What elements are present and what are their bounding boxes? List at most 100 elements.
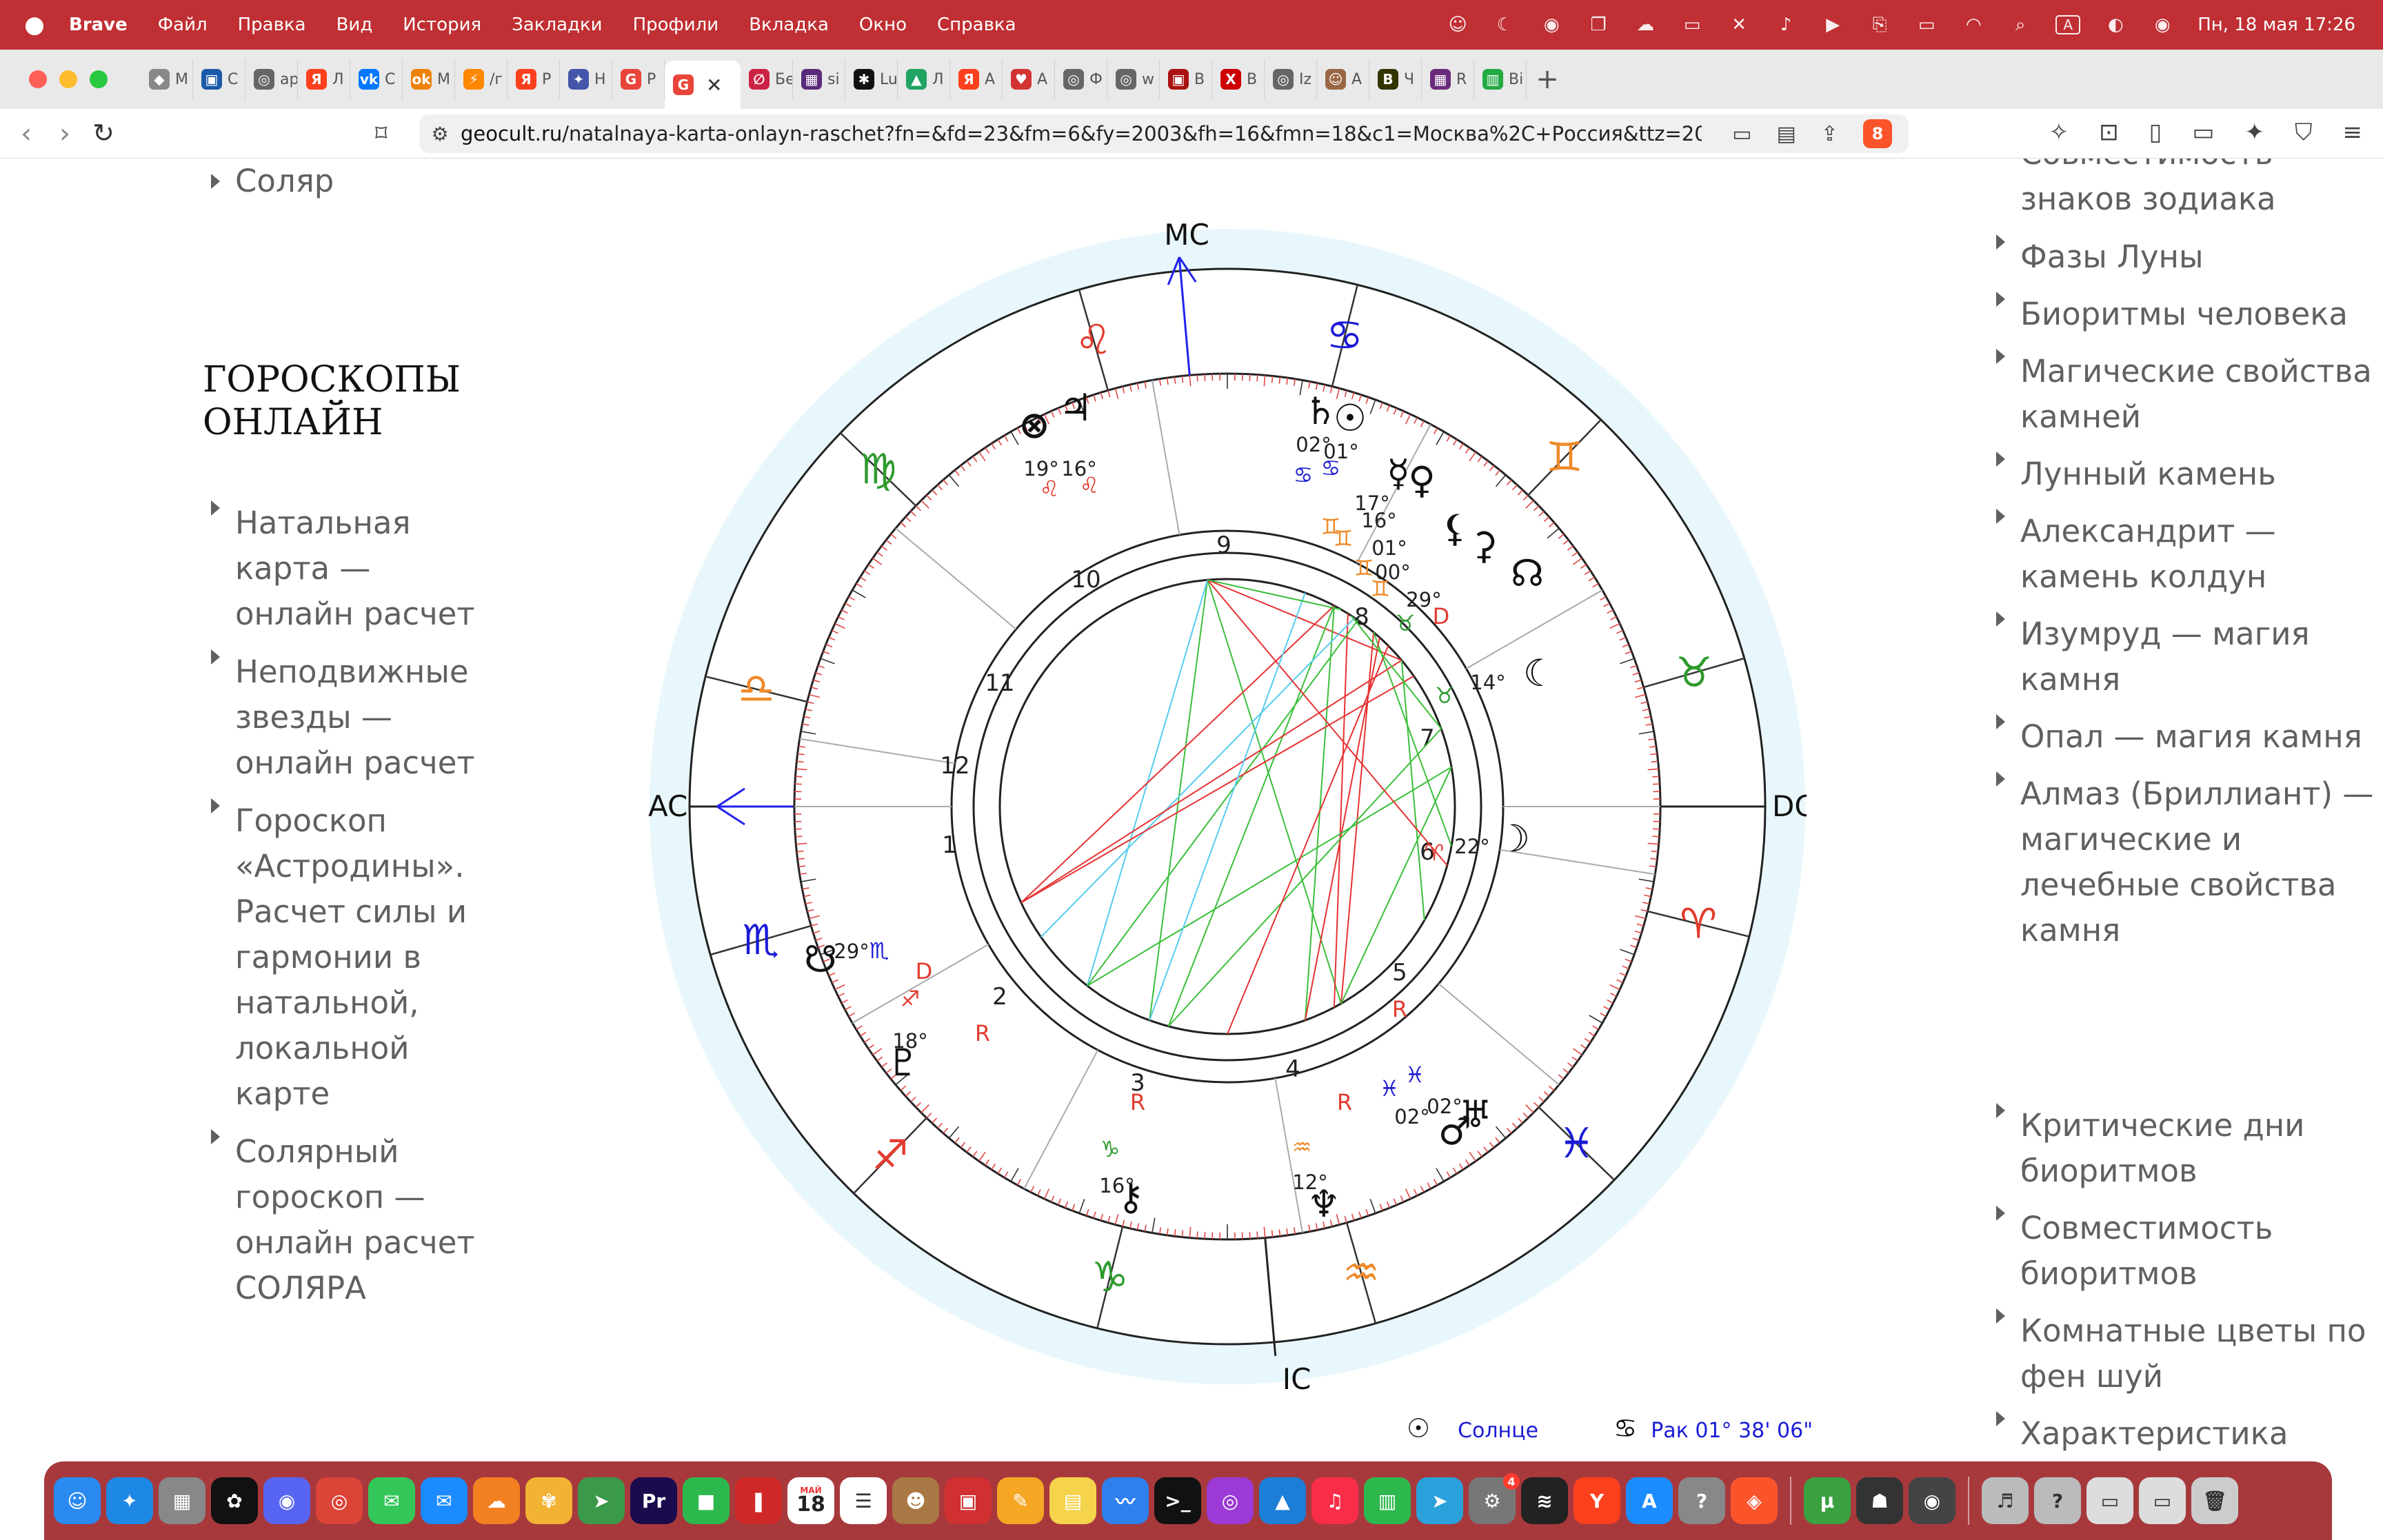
dock-voice-memos-icon[interactable]: ≋ (1521, 1477, 1568, 1524)
menu-item[interactable]: Окно (859, 14, 907, 35)
dock-finder-icon[interactable]: ☺ (54, 1477, 101, 1524)
reload-button[interactable]: ↻ (84, 118, 123, 150)
close-window-button[interactable] (29, 70, 47, 88)
legend-planet-label[interactable]: Солнце (1458, 1419, 1538, 1443)
screen-mirror-icon[interactable]: ❐ (1587, 14, 1610, 35)
tab[interactable]: ЯР (507, 59, 560, 99)
cloud-icon[interactable]: ☁ (1633, 14, 1657, 35)
extensions-icon[interactable]: ✧ (2049, 119, 2069, 146)
dock-photos-icon[interactable]: ✾ (525, 1477, 572, 1524)
dock-help-icon[interactable]: ? (1678, 1477, 1725, 1524)
brave-shields-button[interactable]: 8 (1863, 119, 1892, 148)
new-tab-button[interactable]: + (1527, 63, 1568, 95)
tab[interactable]: ▦ R (1422, 59, 1474, 99)
fullscreen-window-button[interactable] (90, 70, 108, 88)
siri-icon[interactable]: ◉ (2151, 14, 2174, 35)
sidebar-link[interactable]: Изумруд — магия камня (1996, 611, 2382, 702)
url-text[interactable]: geocult.ru/natalnaya-karta-onlayn-rasche… (461, 122, 1702, 145)
dock-spy-app-icon[interactable]: ☗ (1856, 1477, 1903, 1524)
menubar-clock[interactable]: Пн, 18 мая 17:26 (2198, 14, 2355, 35)
search-icon[interactable]: ⌕ (2009, 14, 2032, 35)
tab[interactable]: ЯА (950, 59, 1003, 99)
sidebar-link[interactable]: Александрит — камень колдун (1996, 509, 2382, 600)
minimize-window-button[interactable] (59, 70, 77, 88)
dock-music-icon[interactable]: ♫ (1311, 1477, 1358, 1524)
reader-mode-icon[interactable]: ▤ (1777, 122, 1796, 146)
menu-item[interactable]: Вид (336, 14, 373, 35)
dock-numbers-icon[interactable]: ▥ (1364, 1477, 1411, 1524)
menu-item[interactable]: Вкладка (749, 14, 829, 35)
tab[interactable]: BЧ (1369, 59, 1422, 99)
link-solyar[interactable]: Соляр (211, 159, 470, 204)
tab[interactable]: ⚡ /г (455, 59, 507, 99)
tab[interactable]: ▣ В (1160, 59, 1212, 99)
clipboard-icon[interactable]: ⎘ (1868, 14, 1891, 35)
tab[interactable]: vk C (350, 59, 403, 99)
screenshot-icon[interactable]: ⊡ (2099, 119, 2119, 146)
cast-icon[interactable]: ▭ (1732, 122, 1751, 146)
tab[interactable]: ✱ Lu (845, 59, 898, 99)
vpn-shield-icon[interactable]: ⛉ (2295, 119, 2313, 146)
dock-safari-icon[interactable]: ✦ (106, 1477, 153, 1524)
site-settings-icon[interactable]: ⚙ (419, 123, 461, 145)
dock-stack-2-icon[interactable]: ▭ (2139, 1477, 2186, 1524)
dock-freeform-icon[interactable]: 〰 (1102, 1477, 1149, 1524)
dock-terminal-icon[interactable]: >_ (1154, 1477, 1201, 1524)
dock-maps-icon[interactable]: ➤ (578, 1477, 625, 1524)
bookmark-icon[interactable]: ⌑ (375, 120, 387, 148)
wallet-icon[interactable]: ▭ (2192, 119, 2214, 146)
sidebar-link[interactable]: Натальная карта — онлайн расчет (211, 500, 487, 637)
natal-chart[interactable]: ♌ ♋ ♊ ♉ ♈ ♓ ♒ ♑ ♐ ♏ ♎ ♍ 1 2 3 4 5 6 7 8 9 10 11 12 AC DC MC IC ⊗ 19° ♃… (648, 218, 1815, 1396)
app-avatar-icon[interactable]: ☺ (1446, 14, 1469, 35)
dock-yandex-icon[interactable]: Y (1573, 1477, 1620, 1524)
wifi-icon[interactable]: ◠ (1962, 14, 1985, 35)
mute-icon[interactable]: ✕ (1727, 14, 1751, 35)
tab[interactable]: ok M (403, 59, 455, 99)
dock-app-store-icon[interactable]: A (1626, 1477, 1673, 1524)
tab[interactable]: ☺ А (1317, 59, 1369, 99)
battery-icon[interactable]: ▭ (1915, 14, 1938, 35)
dock-premiere-icon[interactable]: Pr (630, 1477, 677, 1524)
tab[interactable]: ◆ M (141, 59, 193, 99)
dock-reminders-icon[interactable]: ☰ (840, 1477, 887, 1524)
dock-podcasts-icon[interactable]: ◎ (1207, 1477, 1254, 1524)
tab[interactable]: ◎ Ф (1055, 59, 1107, 99)
dock-stack-1-icon[interactable]: ▭ (2087, 1477, 2133, 1524)
sidebar-link[interactable]: Алмаз (Бриллиант) — магические и лечебны… (1996, 771, 2382, 953)
dock-notes-icon[interactable]: ▤ (1049, 1477, 1096, 1524)
tab[interactable]: ◎ ap (245, 59, 298, 99)
tab[interactable]: ◎ Iz (1265, 59, 1317, 99)
input-source-icon[interactable]: A (2055, 15, 2081, 34)
leo-ai-icon[interactable]: ✦ (2245, 119, 2265, 146)
dock-pages-icon[interactable]: ✎ (997, 1477, 1044, 1524)
tab[interactable]: ◎ w (1107, 59, 1160, 99)
tab[interactable]: XВ (1212, 59, 1265, 99)
dock-downloads-folder-icon[interactable]: ♬ (1982, 1477, 2029, 1524)
dock-telegram-icon[interactable]: ➤ (1416, 1477, 1463, 1524)
dock-calendar-icon[interactable]: МАЙ 18 (787, 1477, 834, 1524)
dock-messages-icon[interactable]: ✉ (368, 1477, 415, 1524)
control-center-icon[interactable]: ◐ (2104, 14, 2127, 35)
menu-app-name[interactable]: Brave (69, 14, 128, 35)
dock-cloudflare-icon[interactable]: ☁ (473, 1477, 520, 1524)
menu-item[interactable]: Правка (238, 14, 306, 35)
tab[interactable]: ∅ Бе (741, 59, 793, 99)
tab[interactable]: ЯЛ (298, 59, 350, 99)
tab-active[interactable]: G ✕ (665, 61, 741, 109)
sidebar-icon[interactable]: ▯ (2149, 119, 2162, 146)
tab[interactable]: ♥ А (1003, 59, 1055, 99)
sidebar-link[interactable]: Неподвижные звезды — онлайн расчет (211, 649, 487, 786)
menu-item[interactable]: История (403, 14, 481, 35)
dock-facetime-icon[interactable]: ■ (683, 1477, 730, 1524)
sidebar-link[interactable]: Опал — магия камня (1996, 714, 2382, 760)
tab[interactable]: ▥ Ві (1474, 59, 1527, 99)
dock-chrome-icon[interactable]: ◎ (316, 1477, 363, 1524)
dock-contacts-icon[interactable]: ☻ (892, 1477, 939, 1524)
partial-link-top[interactable]: Совместимость знаков зодиака (2020, 159, 2379, 222)
menu-item[interactable]: Закладки (512, 14, 602, 35)
sidebar-link[interactable]: Критические дни биоритмов (1996, 1103, 2382, 1194)
sidebar-link[interactable]: Комнатные цветы по фен шуй (1996, 1308, 2382, 1399)
dock-photo-booth-icon[interactable]: ❚ (735, 1477, 782, 1524)
dock-utorrent-icon[interactable]: μ (1804, 1477, 1851, 1524)
sidebar-link[interactable]: Гороскоп «Астродины». Расчет силы и гарм… (211, 798, 487, 1117)
